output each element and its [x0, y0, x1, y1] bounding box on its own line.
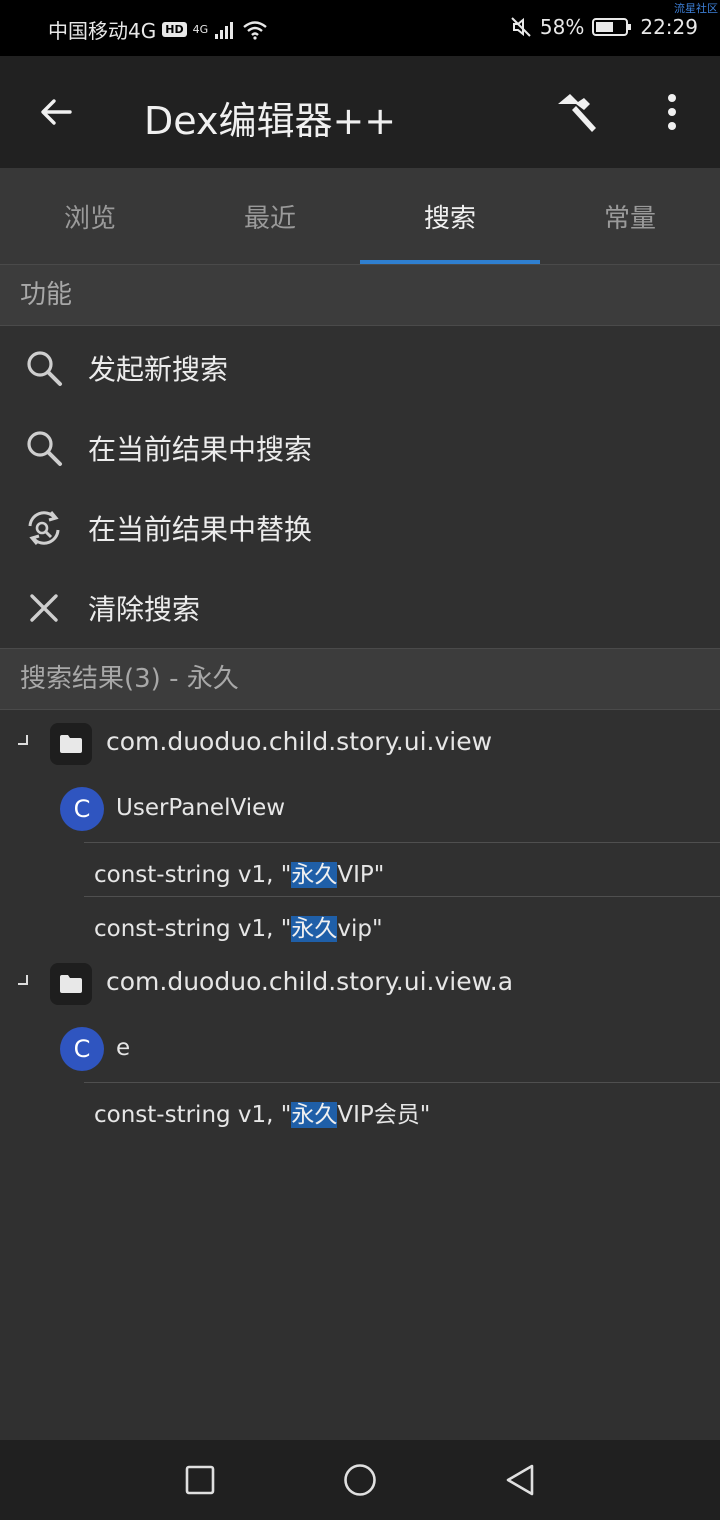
- match-highlight: 永久: [291, 862, 338, 888]
- match-highlight: 永久: [291, 916, 338, 942]
- class-node[interactable]: C UserPanelView: [0, 777, 720, 843]
- code-prefix: const-string v1, ": [94, 916, 292, 942]
- code-suffix: VIP": [337, 862, 385, 888]
- app-title: Dex编辑器++: [144, 99, 397, 143]
- clock: 22:29: [640, 15, 698, 39]
- search-icon: [27, 351, 62, 386]
- package-node[interactable]: com.duoduo.child.story.ui.view.a: [0, 953, 720, 1013]
- recent-apps-icon[interactable]: [182, 1462, 218, 1498]
- results-header: 搜索结果(3) - 永久: [0, 648, 720, 710]
- folder-icon-box: [50, 723, 92, 765]
- tab-constants[interactable]: 常量: [540, 168, 720, 264]
- folder-icon-box: [50, 963, 92, 1005]
- result-line[interactable]: const-string v1, "永久vip": [84, 896, 720, 950]
- match-highlight: 永久: [291, 1102, 338, 1128]
- close-icon: [30, 594, 58, 622]
- status-right: 58% 22:29: [510, 15, 698, 39]
- result-line[interactable]: const-string v1, "永久VIP": [84, 842, 720, 896]
- package-node[interactable]: com.duoduo.child.story.ui.view: [0, 713, 720, 773]
- code-text: const-string v1, "永久VIP": [94, 855, 384, 889]
- new-search-action[interactable]: 发起新搜索: [0, 328, 720, 408]
- back-triangle-icon[interactable]: [502, 1462, 538, 1498]
- clear-search-action[interactable]: 清除搜索: [0, 568, 720, 648]
- search-in-results-action[interactable]: 在当前结果中搜索: [0, 408, 720, 488]
- code-suffix: VIP会员": [337, 1102, 431, 1128]
- class-name: e: [116, 1035, 131, 1061]
- action-label: 发起新搜索: [88, 353, 229, 386]
- system-nav-bar: [0, 1440, 720, 1520]
- mute-icon: [511, 17, 531, 37]
- expand-corner-icon[interactable]: [16, 973, 30, 987]
- action-label: 在当前结果中搜索: [88, 433, 313, 466]
- replace-in-results-action[interactable]: 在当前结果中替换: [0, 488, 720, 568]
- class-badge: C: [60, 787, 104, 831]
- folder-icon: [60, 975, 82, 993]
- back-arrow-icon[interactable]: [36, 92, 76, 132]
- code-text: const-string v1, "永久VIP会员": [94, 1095, 430, 1129]
- watermark-text: 流星社区: [674, 2, 718, 15]
- home-icon[interactable]: [342, 1462, 378, 1498]
- code-suffix: vip": [337, 916, 383, 942]
- package-name: com.duoduo.child.story.ui.view: [106, 727, 493, 756]
- class-node[interactable]: C e: [0, 1017, 720, 1083]
- class-name: UserPanelView: [116, 795, 286, 821]
- tab-search[interactable]: 搜索: [360, 168, 540, 264]
- battery-percent: 58%: [539, 15, 585, 39]
- action-label: 在当前结果中替换: [88, 513, 313, 546]
- code-text: const-string v1, "永久vip": [94, 909, 383, 943]
- tab-recent[interactable]: 最近: [180, 168, 360, 264]
- carrier-text: 中国移动4G: [48, 19, 157, 43]
- status-left: 中国移动4G HD 4G: [48, 15, 268, 44]
- signal-icon: [215, 21, 234, 39]
- class-badge: C: [60, 1027, 104, 1071]
- code-prefix: const-string v1, ": [94, 1102, 292, 1128]
- replace-icon: [28, 511, 60, 545]
- search-icon: [27, 431, 62, 466]
- functions-header: 功能: [0, 264, 720, 326]
- battery-icon: [592, 18, 632, 36]
- network-type: 4G: [192, 23, 209, 36]
- action-label: 清除搜索: [88, 593, 201, 626]
- app-bar: Dex编辑器++: [0, 56, 720, 168]
- wifi-icon: [243, 20, 267, 40]
- hammer-icon[interactable]: [554, 90, 600, 136]
- tab-browse[interactable]: 浏览: [0, 168, 180, 264]
- result-line[interactable]: const-string v1, "永久VIP会员": [84, 1082, 720, 1136]
- status-bar: 中国移动4G HD 4G 58% 22:29 流星社区: [0, 0, 720, 56]
- tab-bar: 浏览 最近 搜索 常量: [0, 168, 720, 264]
- more-vert-icon[interactable]: [662, 92, 682, 132]
- hd-badge: HD: [162, 22, 187, 37]
- code-prefix: const-string v1, ": [94, 862, 292, 888]
- package-name: com.duoduo.child.story.ui.view.a: [106, 967, 514, 996]
- expand-corner-icon[interactable]: [16, 733, 30, 747]
- folder-icon: [60, 735, 82, 753]
